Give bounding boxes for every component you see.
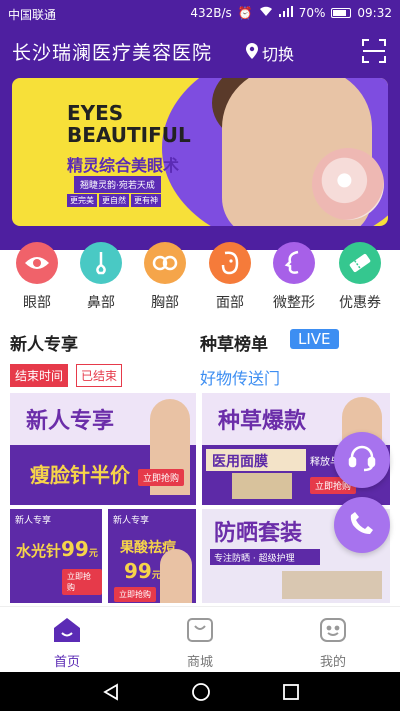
face-icon (209, 242, 251, 284)
tab-shop[interactable]: 商城 (170, 617, 230, 670)
location-switch-label: 切换 (262, 45, 295, 64)
status-icons: 432B/s ⏰ 70% 09:32 (190, 6, 392, 20)
rose-image (312, 148, 384, 220)
promo-headline: 防晒套装 (214, 521, 303, 546)
category-label: 眼部 (23, 295, 51, 311)
category-eye[interactable]: 眼部 (9, 242, 65, 312)
wifi-icon (259, 6, 273, 20)
customer-service-button[interactable] (334, 432, 390, 488)
new-user-title: 新人专享 (10, 335, 78, 355)
buy-now-button[interactable]: 立即抢购 (138, 469, 185, 486)
ticket-icon (339, 242, 381, 284)
promo-model-image (160, 549, 192, 603)
sunscreen-product-image (282, 571, 382, 599)
system-nav-bar (0, 672, 400, 711)
network-speed: 432B/s (190, 6, 232, 20)
chest-icon (144, 242, 186, 284)
category-label: 鼻部 (87, 295, 115, 311)
category-label: 微整形 (273, 295, 315, 311)
banner-tagline: 翘睫灵韵·宛若天成 (74, 176, 161, 193)
banner-tag: 更有神 (131, 194, 161, 207)
carrier-label: 中国联通 (8, 8, 57, 22)
banner-tags: 更完美 更自然 更有神 (67, 194, 161, 207)
profile-icon (273, 242, 315, 284)
nose-icon (80, 242, 122, 284)
headset-icon (347, 443, 377, 477)
promo-headline: 瘦脸针半价 (30, 463, 130, 487)
category-coupon[interactable]: 优惠券 (332, 242, 388, 312)
battery-icon (331, 8, 352, 18)
tab-profile[interactable]: 我的 (303, 617, 363, 670)
location-pin-icon (246, 43, 258, 63)
trending-subtitle[interactable]: 好物传送门 (200, 365, 280, 389)
banner-title: EYES BEAUTIFUL (67, 101, 191, 147)
tab-label: 首页 (53, 655, 80, 670)
tab-label: 商城 (186, 655, 213, 670)
status-bar: 中国联通 432B/s ⏰ 70% 09:32 (0, 0, 400, 26)
buy-now-button[interactable]: 立即抢购 (114, 587, 156, 602)
phone-icon (348, 509, 376, 541)
promo-acid[interactable]: 新人专享 果酸祛痘 99元 立即抢购 (108, 509, 196, 603)
category-face[interactable]: 面部 (202, 242, 258, 312)
live-badge[interactable]: LIVE (290, 329, 339, 349)
banner-tag: 更完美 (67, 194, 97, 207)
category-label: 胸部 (151, 295, 179, 311)
promo-new-user[interactable]: 新人专享 瘦脸针半价 立即抢购 (10, 393, 196, 505)
alarm-icon: ⏰ (237, 6, 253, 20)
hero-banner[interactable]: EYES BEAUTIFUL 精灵综合美眼术 翘睫灵韵·宛若天成 更完美 更自然… (12, 78, 388, 226)
call-button[interactable] (334, 497, 390, 553)
mask-product-image (232, 473, 292, 499)
promo-tag: 新人专享 (15, 516, 52, 526)
promo-tag: 新人专享 (113, 516, 150, 526)
category-nose[interactable]: 鼻部 (73, 242, 129, 312)
clock: 09:32 (357, 6, 392, 20)
end-time-label: 结束时间 (10, 364, 69, 387)
recents-icon[interactable] (282, 683, 300, 705)
profile-smile-icon (319, 618, 347, 647)
promo-price: 99元 (124, 559, 161, 583)
back-icon[interactable] (102, 683, 120, 705)
banner-tag: 更自然 (99, 194, 129, 207)
signal-icon (278, 6, 293, 20)
tab-home[interactable]: 首页 (37, 617, 97, 670)
home-circle-icon[interactable] (191, 682, 211, 706)
bottom-tab-bar: 首页 商城 我的 (0, 606, 400, 672)
end-status-badge: 已结束 (76, 364, 123, 387)
category-chest[interactable]: 胸部 (137, 242, 193, 312)
home-icon (53, 618, 81, 647)
category-micro[interactable]: 微整形 (266, 242, 322, 312)
tab-label: 我的 (319, 655, 346, 670)
promo-title: 新人专享 (26, 409, 115, 434)
battery-percent: 70% (298, 6, 326, 20)
scan-icon[interactable] (362, 39, 386, 63)
promo-headline: 医用面膜 (212, 454, 268, 470)
location-switch[interactable]: 切换 (246, 41, 294, 65)
hospital-name: 长沙瑞澜医疗美容医院 (12, 42, 213, 64)
promo-hydro[interactable]: 新人专享 水光针99元 立即抢购 (10, 509, 102, 603)
promo-subtitle: 专注防晒 · 超级护理 (214, 554, 295, 564)
trending-title: 种草榜单 (200, 335, 268, 355)
buy-now-button[interactable]: 立即抢购 (62, 569, 102, 595)
promo-headline: 水光针99元 (16, 537, 98, 561)
banner-subtitle: 精灵综合美眼术 (67, 156, 180, 175)
category-label: 优惠券 (339, 295, 381, 311)
eye-icon (16, 242, 58, 284)
category-label: 面部 (216, 295, 244, 311)
promo-title: 种草爆款 (218, 409, 307, 434)
shop-icon (186, 618, 214, 647)
